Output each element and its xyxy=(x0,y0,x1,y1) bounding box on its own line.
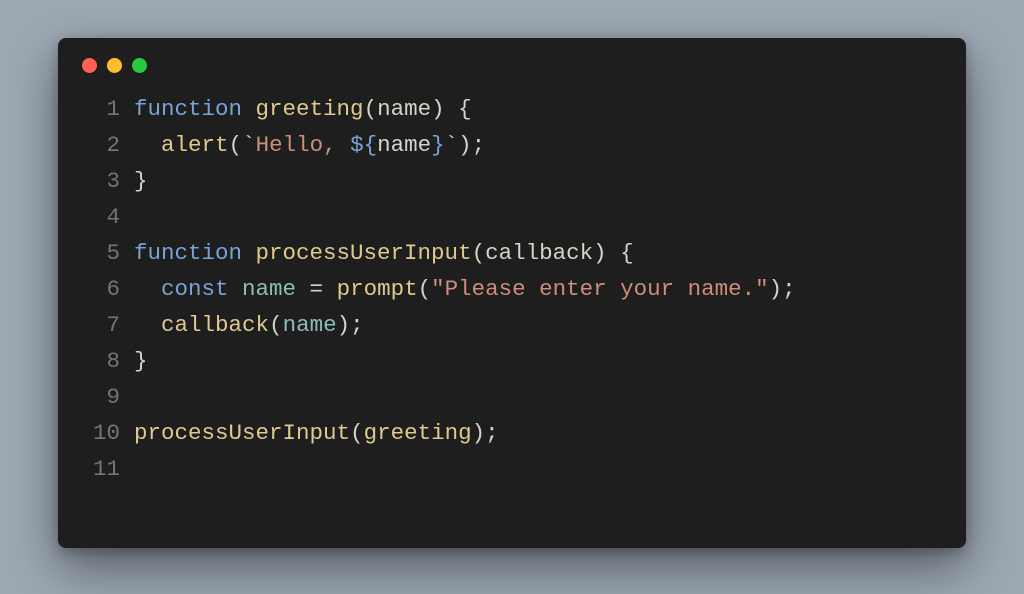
line-number: 1 xyxy=(58,91,134,127)
token: name xyxy=(377,96,431,122)
token: callback xyxy=(485,240,593,266)
token: ); xyxy=(769,276,796,302)
line-number: 6 xyxy=(58,271,134,307)
code-area[interactable]: 1function greeting(name) {2 alert(`Hello… xyxy=(58,73,966,487)
token: ); xyxy=(458,132,485,158)
token: ) { xyxy=(431,96,472,122)
token: } xyxy=(134,168,148,194)
token: ); xyxy=(472,420,499,446)
line-source[interactable]: processUserInput(greeting); xyxy=(134,415,966,451)
token: greeting xyxy=(364,420,472,446)
line-number: 4 xyxy=(58,199,134,235)
code-line[interactable]: 5function processUserInput(callback) { xyxy=(58,235,966,271)
token: processUserInput xyxy=(256,240,472,266)
line-number: 2 xyxy=(58,127,134,163)
token: ${ xyxy=(350,132,377,158)
token: const xyxy=(161,276,242,302)
code-line[interactable]: 11 xyxy=(58,451,966,487)
line-number: 10 xyxy=(58,415,134,451)
line-number: 5 xyxy=(58,235,134,271)
token: ( xyxy=(418,276,432,302)
editor-window: 1function greeting(name) {2 alert(`Hello… xyxy=(58,38,966,548)
token: ) { xyxy=(593,240,634,266)
code-line[interactable]: 6 const name = prompt("Please enter your… xyxy=(58,271,966,307)
token: ); xyxy=(337,312,364,338)
code-line[interactable]: 9 xyxy=(58,379,966,415)
zoom-icon[interactable] xyxy=(132,58,147,73)
token: processUserInput xyxy=(134,420,350,446)
code-line[interactable]: 7 callback(name); xyxy=(58,307,966,343)
line-number: 9 xyxy=(58,379,134,415)
token: ` xyxy=(242,132,256,158)
token xyxy=(134,132,161,158)
token: } xyxy=(134,348,148,374)
line-source[interactable]: const name = prompt("Please enter your n… xyxy=(134,271,966,307)
line-source[interactable]: } xyxy=(134,343,966,379)
code-line[interactable]: 4 xyxy=(58,199,966,235)
token: ( xyxy=(350,420,364,446)
token: Hello, xyxy=(256,132,351,158)
token: ( xyxy=(364,96,378,122)
token: } xyxy=(431,132,445,158)
code-line[interactable]: 10processUserInput(greeting); xyxy=(58,415,966,451)
code-line[interactable]: 2 alert(`Hello, ${name}`); xyxy=(58,127,966,163)
line-source[interactable]: function processUserInput(callback) { xyxy=(134,235,966,271)
token: greeting xyxy=(256,96,364,122)
token: ` xyxy=(445,132,459,158)
token xyxy=(134,276,161,302)
token: function xyxy=(134,96,256,122)
line-source[interactable] xyxy=(134,199,966,235)
token: alert xyxy=(161,132,229,158)
line-source[interactable]: } xyxy=(134,163,966,199)
token: function xyxy=(134,240,256,266)
code-line[interactable]: 8} xyxy=(58,343,966,379)
token: name xyxy=(377,132,431,158)
line-number: 7 xyxy=(58,307,134,343)
token xyxy=(134,312,161,338)
line-number: 11 xyxy=(58,451,134,487)
token: name xyxy=(242,276,296,302)
token: prompt xyxy=(337,276,418,302)
token: ( xyxy=(269,312,283,338)
token: "Please enter your name." xyxy=(431,276,769,302)
token: callback xyxy=(161,312,269,338)
token: ( xyxy=(472,240,486,266)
line-source[interactable]: alert(`Hello, ${name}`); xyxy=(134,127,966,163)
line-number: 3 xyxy=(58,163,134,199)
line-source[interactable] xyxy=(134,379,966,415)
token: ( xyxy=(229,132,243,158)
close-icon[interactable] xyxy=(82,58,97,73)
line-source[interactable]: callback(name); xyxy=(134,307,966,343)
code-line[interactable]: 3} xyxy=(58,163,966,199)
window-traffic-lights xyxy=(58,38,966,73)
line-source[interactable] xyxy=(134,451,966,487)
token: name xyxy=(283,312,337,338)
token: = xyxy=(296,276,337,302)
minimize-icon[interactable] xyxy=(107,58,122,73)
line-source[interactable]: function greeting(name) { xyxy=(134,91,966,127)
code-line[interactable]: 1function greeting(name) { xyxy=(58,91,966,127)
line-number: 8 xyxy=(58,343,134,379)
